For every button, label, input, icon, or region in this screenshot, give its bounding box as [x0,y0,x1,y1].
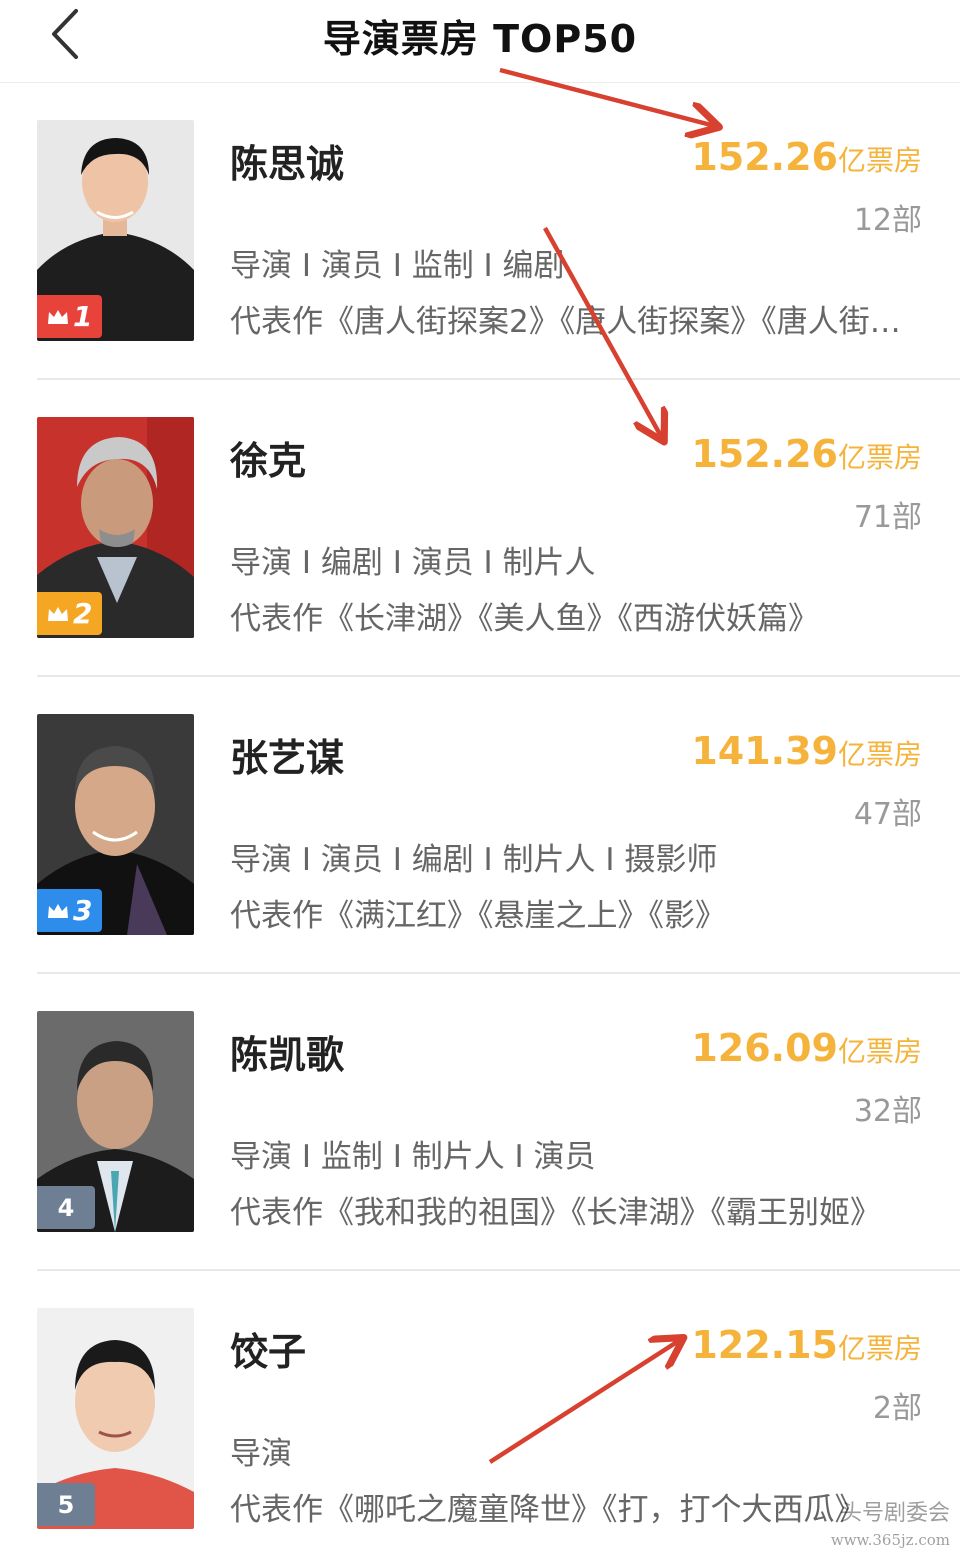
box-office-unit: 亿票房 [837,441,922,474]
avatar: 3 [37,714,194,935]
box-office-unit: 亿票房 [837,144,922,177]
film-count: 32部 [853,1094,922,1129]
rank-number: 2 [73,597,93,630]
box-office-value: 152.26 [691,135,838,179]
director-roles: 导演 I 演员 I 监制 I 编剧 [230,248,565,284]
avatar: 2 [37,417,194,638]
avatar: 4 [37,1011,194,1232]
representative-works: 代表作《哪吒之魔童降世》《打，打个大西瓜》 [230,1492,866,1528]
director-name: 陈凯歌 [230,1033,345,1077]
box-office: 152.26亿票房 [691,135,922,179]
rank-number: 4 [57,1193,75,1222]
director-row[interactable]: 5 饺子 122.15亿票房 2部 导演 代表作《哪吒之魔童降世》《打，打个大西… [0,1271,960,1535]
crown-icon [48,606,68,621]
rank-number: 3 [73,894,93,927]
box-office-unit: 亿票房 [837,1332,922,1365]
top-bar: 导演票房 TOP50 [0,0,960,83]
rank-badge: 1 [37,295,103,338]
representative-works: 代表作《唐人街探案2》《唐人街探案》《唐人街探案3》 [230,304,925,340]
page-title: 导演票房 TOP50 [322,17,638,61]
box-office-value: 152.26 [691,432,838,476]
director-row[interactable]: 2 徐克 152.26亿票房 71部 导演 I 编剧 I 演员 I 制片人 代表… [0,380,960,677]
director-name: 张艺谋 [230,736,345,780]
director-row[interactable]: 4 陈凯歌 126.09亿票房 32部 导演 I 监制 I 制片人 I 演员 代… [0,974,960,1271]
director-row[interactable]: 3 张艺谋 141.39亿票房 47部 导演 I 演员 I 编剧 I 制片人 I… [0,677,960,974]
box-office-value: 141.39 [691,729,838,773]
director-name: 饺子 [230,1330,307,1374]
box-office-value: 122.15 [691,1323,838,1367]
director-roles: 导演 I 编剧 I 演员 I 制片人 [230,545,596,581]
film-count: 2部 [872,1391,922,1426]
film-count: 47部 [853,797,922,832]
avatar: 1 [37,120,194,341]
representative-works: 代表作《满江红》《悬崖之上》《影》 [230,898,726,934]
rank-badge: 3 [37,889,103,932]
watermark-url: www.365jz.com [830,1531,950,1549]
representative-works: 代表作《我和我的祖国》《长津湖》《霸王别姬》 [230,1195,881,1231]
film-count: 71部 [853,500,922,535]
box-office: 126.09亿票房 [691,1026,922,1070]
rank-badge: 4 [37,1186,95,1229]
box-office-unit: 亿票房 [837,1035,922,1068]
rank-number: 1 [73,300,93,333]
avatar: 5 [37,1308,194,1529]
crown-icon [48,309,68,324]
director-list: 1 陈思诚 152.26亿票房 12部 导演 I 演员 I 监制 I 编剧 代表… [0,83,960,1535]
director-name: 徐克 [230,439,307,483]
director-name: 陈思诚 [230,142,345,186]
box-office-value: 126.09 [691,1026,838,1070]
box-office: 122.15亿票房 [691,1323,922,1367]
watermark: 头号剧委会 www.365jz.com [831,1501,950,1553]
rank-badge: 2 [37,592,103,635]
box-office: 152.26亿票房 [691,432,922,476]
crown-icon [48,903,68,918]
director-roles: 导演 I 演员 I 编剧 I 制片人 I 摄影师 [230,842,718,878]
rank-badge: 5 [37,1483,95,1526]
rank-number: 5 [57,1490,75,1519]
film-count: 12部 [853,203,922,238]
watermark-title: 头号剧委会 [839,1501,950,1526]
box-office-unit: 亿票房 [837,738,922,771]
director-roles: 导演 I 监制 I 制片人 I 演员 [230,1139,596,1175]
representative-works: 代表作《长津湖》《美人鱼》《西游伏妖篇》 [230,601,819,637]
box-office: 141.39亿票房 [691,729,922,773]
director-roles: 导演 [230,1436,292,1472]
director-row[interactable]: 1 陈思诚 152.26亿票房 12部 导演 I 演员 I 监制 I 编剧 代表… [0,83,960,380]
